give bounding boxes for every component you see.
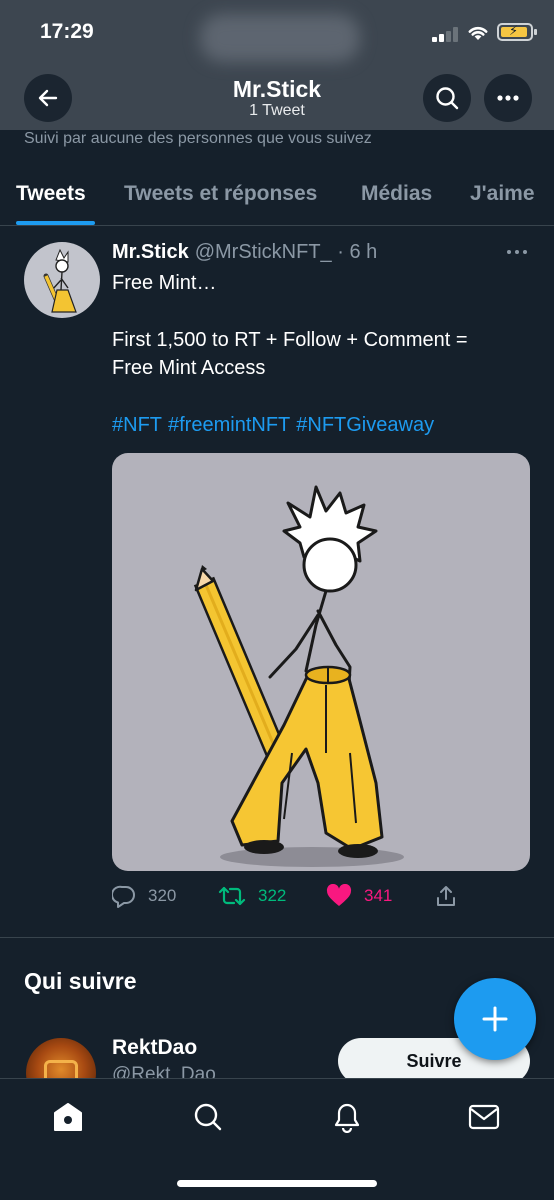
tab-media[interactable]: Médias — [361, 182, 432, 206]
battery-icon: ⚡ — [497, 23, 537, 41]
search-icon — [436, 87, 459, 110]
reply-button[interactable]: 320 — [112, 880, 176, 912]
tweet-author-handle[interactable]: @MrStickNFT_ — [195, 241, 332, 263]
tweet-timestamp: · 6 h — [331, 241, 378, 263]
like-button[interactable]: 341 — [326, 880, 392, 912]
active-tab-indicator — [16, 221, 95, 225]
nav-messages[interactable] — [464, 1097, 504, 1137]
tweet-actions: 320 322 341 — [112, 880, 530, 912]
tweet-author-name[interactable]: Mr.Stick — [112, 241, 189, 263]
bell-icon — [334, 1103, 360, 1133]
tweet-text-line: Free Mint Access — [112, 357, 266, 379]
suggested-account-name[interactable]: RektDao — [112, 1036, 197, 1060]
tab-tweets[interactable]: Tweets — [16, 182, 86, 206]
hashtag-link[interactable]: #NFT — [112, 414, 162, 436]
blurred-banner-area — [200, 14, 360, 62]
hashtag-link[interactable]: #NFTGiveaway — [296, 414, 434, 436]
search-button[interactable] — [423, 74, 471, 122]
nav-explore[interactable] — [188, 1097, 228, 1137]
hashtag-link[interactable]: #freemintNFT — [168, 414, 290, 436]
followed-by-note: Suivi par aucune des personnes que vous … — [24, 130, 372, 147]
like-count: 341 — [364, 886, 393, 905]
reply-icon — [112, 885, 135, 908]
tweet-text-line: First 1,500 to RT + Follow + Comment = — [112, 329, 468, 351]
tweet-count: 1 Tweet — [249, 102, 305, 119]
tab-likes[interactable]: J'aime — [470, 182, 535, 206]
compose-tweet-button[interactable] — [454, 978, 536, 1060]
profile-tabs: Tweets Tweets et réponses Médias J'aime — [0, 160, 554, 226]
tweet-more-icon[interactable] — [505, 242, 529, 262]
retweet-icon — [218, 886, 246, 906]
nav-home[interactable] — [48, 1097, 88, 1137]
home-icon — [54, 1103, 82, 1131]
mail-icon — [468, 1104, 500, 1130]
more-horizontal-icon — [497, 95, 519, 101]
nav-notifications[interactable] — [327, 1097, 367, 1137]
signal-icon — [432, 26, 460, 42]
tweet-header: Mr.Stick @MrStickNFT_ · 6 h — [112, 241, 377, 264]
tab-tweets-and-replies[interactable]: Tweets et réponses — [124, 182, 317, 206]
wifi-icon — [468, 26, 488, 40]
more-options-button[interactable] — [484, 74, 532, 122]
who-to-follow-title: Qui suivre — [24, 968, 137, 994]
tweet-media-image[interactable] — [112, 453, 530, 871]
share-icon — [437, 886, 455, 906]
status-time: 17:29 — [40, 20, 94, 43]
retweet-button[interactable]: 322 — [218, 880, 286, 912]
plus-icon — [482, 1006, 508, 1032]
reply-count: 320 — [148, 886, 177, 905]
avatar[interactable] — [24, 242, 100, 318]
retweet-count: 322 — [258, 886, 287, 905]
home-indicator — [177, 1180, 377, 1187]
search-icon — [194, 1103, 222, 1131]
status-bar: 17:29 ⚡ — [0, 0, 554, 66]
section-divider — [0, 937, 554, 938]
tweet-hashtags: #NFT #freemintNFT #NFTGiveaway — [112, 414, 440, 437]
tweet-text-line: Free Mint… — [112, 272, 217, 294]
share-button[interactable] — [434, 880, 470, 912]
heart-icon — [326, 884, 352, 906]
